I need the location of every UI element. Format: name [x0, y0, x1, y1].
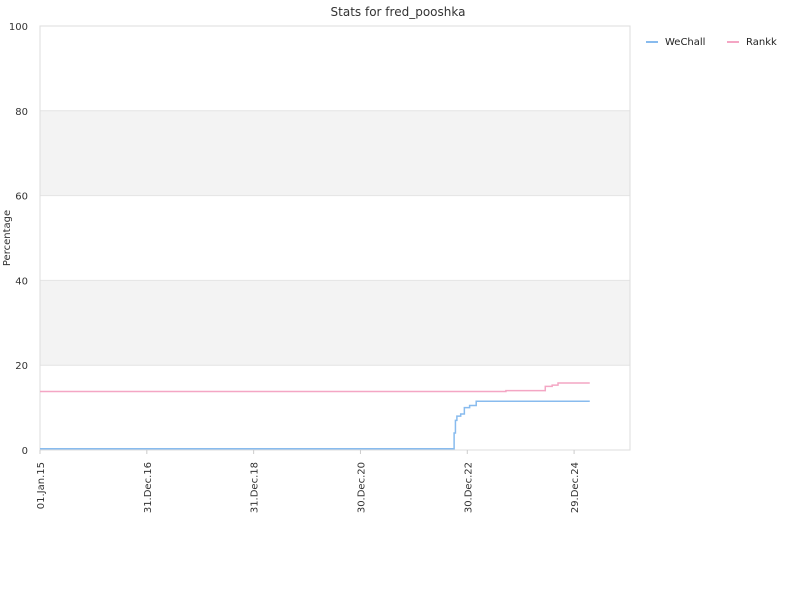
grid-band — [40, 110, 630, 196]
chart: 0 20 40 60 80 100 01.Jan.15 31.Dec.16 31.Dec.18… — [2, 5, 777, 513]
y-tick-label: 60 — [15, 192, 28, 203]
y-tick-label: 40 — [15, 276, 28, 287]
x-tick-label: 30.Dec.22 — [463, 462, 474, 513]
legend-label: Rankk — [746, 37, 777, 48]
y-tick-label: 0 — [22, 446, 28, 457]
plot-area-border — [39, 25, 631, 451]
series-line-wechall — [40, 400, 590, 450]
legend-label: WeChall — [665, 37, 705, 48]
x-tick-label: 29.Dec.24 — [570, 462, 581, 513]
y-tick-label: 80 — [15, 107, 28, 118]
chart-title: Stats for fred_pooshka — [331, 5, 466, 19]
y-tick-label: 20 — [15, 361, 28, 372]
x-tick-label: 31.Dec.18 — [250, 462, 261, 513]
legend: WeChall Rankk — [646, 37, 777, 48]
x-tick-label: 31.Dec.16 — [143, 462, 154, 513]
series-layer — [40, 382, 590, 450]
x-tick-label: 30.Dec.20 — [356, 462, 367, 513]
x-tick-label: 01.Jan.15 — [36, 462, 47, 509]
plot-bands — [40, 110, 630, 366]
plot-gridlines — [40, 25, 630, 451]
y-axis-label: Percentage — [2, 210, 13, 266]
y-tick-label: 100 — [9, 22, 28, 33]
x-axis-ticks: 01.Jan.15 31.Dec.16 31.Dec.18 30.Dec.20 30.D… — [36, 450, 581, 513]
grid-band — [40, 280, 630, 366]
series-line-rankk — [40, 382, 590, 393]
